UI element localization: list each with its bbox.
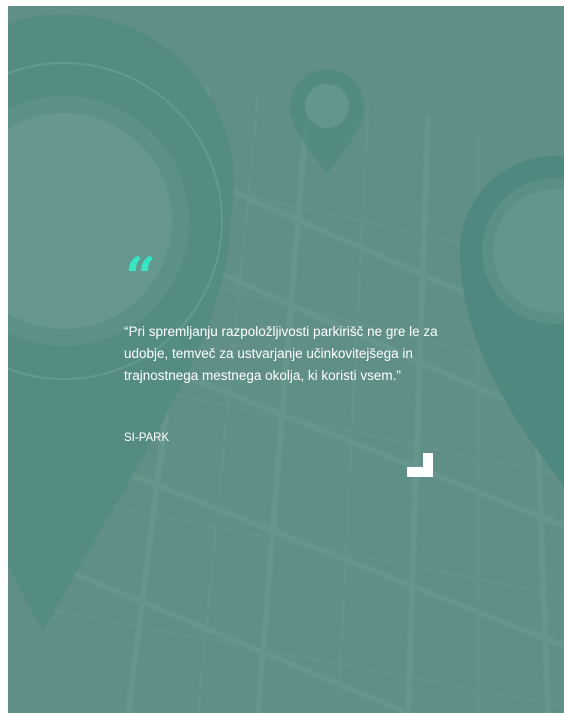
testimonial-section: “ “Pri spremljanju razpoložljivosti park… [8,6,564,713]
corner-accent-icon [407,453,433,477]
testimonial-quote: “Pri spremljanju razpoložljivosti parkir… [124,324,438,383]
testimonial-author: SI-PARK [124,432,170,444]
quote-mark-icon: “ [125,245,156,309]
